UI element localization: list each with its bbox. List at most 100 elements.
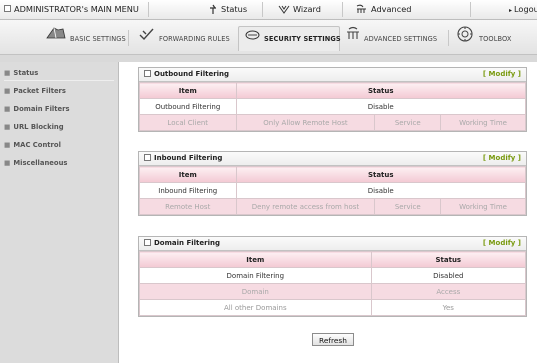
forwarding-icon bbox=[138, 26, 155, 52]
row-item: Outbound Filtering bbox=[139, 98, 237, 115]
domain-table: Item Status Domain Filtering Disabled Do… bbox=[139, 251, 527, 316]
modify-link[interactable]: [ Modify ] bbox=[483, 68, 521, 81]
divider bbox=[262, 2, 263, 17]
row-item: Domain Filtering bbox=[139, 267, 372, 284]
sidebar: ■ Status ■ Packet Filters ■ Domain Filters … bbox=[0, 62, 119, 363]
tab-toolbox[interactable]: TOOLBOX bbox=[455, 26, 511, 50]
basic-settings-icon bbox=[46, 26, 66, 52]
panel-title: Inbound Filtering bbox=[154, 154, 223, 162]
panel-title: Outbound Filtering bbox=[154, 70, 230, 78]
wizard-menu[interactable]: Wizard bbox=[278, 0, 321, 19]
panel-title: Domain Filtering bbox=[154, 239, 220, 247]
bullet-icon: ■ bbox=[4, 159, 11, 167]
sub-header-cell: Working Time bbox=[440, 114, 526, 131]
logout-menu[interactable]: ▸Logout bbox=[509, 0, 537, 19]
table-row: Domain Filtering Disabled bbox=[139, 267, 527, 284]
col-header-item: Item bbox=[139, 166, 237, 183]
sidebar-item-mac-control[interactable]: ■ MAC Control bbox=[4, 139, 114, 152]
row-item: Inbound Filtering bbox=[139, 182, 237, 199]
advanced-icon bbox=[346, 26, 360, 52]
sidebar-item-label: Domain Filters bbox=[13, 105, 70, 113]
tab-basic-settings-label: BASIC SETTINGS bbox=[70, 35, 126, 43]
access-cell: Yes bbox=[370, 299, 527, 316]
sidebar-item-status[interactable]: ■ Status bbox=[4, 67, 114, 81]
tab-toolbox-label: TOOLBOX bbox=[479, 35, 512, 43]
table-header-row: Item Status bbox=[139, 166, 526, 183]
toolbox-icon bbox=[455, 26, 475, 52]
sub-header-access: Access bbox=[370, 283, 527, 300]
panel-square-icon bbox=[144, 238, 151, 246]
col-header-item: Item bbox=[139, 251, 372, 268]
col-header-item: Item bbox=[139, 82, 237, 99]
table-header-row: Item Status bbox=[139, 251, 527, 268]
modify-link[interactable]: [ Modify ] bbox=[483, 152, 521, 165]
menu-square-icon bbox=[4, 5, 11, 12]
domain-cell: All other Domains bbox=[139, 299, 372, 316]
refresh-button[interactable]: Refresh bbox=[312, 333, 354, 346]
status-menu[interactable]: Status bbox=[208, 0, 247, 19]
inbound-table: Item Status Inbound Filtering Disable Re… bbox=[139, 166, 526, 215]
wizard-icon bbox=[278, 5, 290, 14]
panel-header: Domain Filtering [ Modify ] bbox=[139, 237, 526, 251]
sub-header-cell: Working Time bbox=[440, 198, 526, 215]
tab-advanced-settings[interactable]: ADVANCED SETTINGS bbox=[346, 26, 437, 50]
panel-header: Outbound Filtering [ Modify ] bbox=[139, 68, 526, 82]
tab-security-settings[interactable]: SECURITY SETTINGS bbox=[238, 26, 341, 51]
bullet-icon: ■ bbox=[4, 69, 11, 77]
outbound-filtering-panel: Outbound Filtering [ Modify ] Item Statu… bbox=[138, 67, 527, 132]
bullet-icon: ■ bbox=[4, 141, 11, 149]
sub-header-domain: Domain bbox=[139, 283, 372, 300]
status-pin-icon bbox=[210, 4, 217, 14]
tab-underline-strip bbox=[0, 54, 537, 62]
inbound-filtering-panel: Inbound Filtering [ Modify ] Item Status… bbox=[138, 151, 527, 216]
table-subheader-row: Domain Access bbox=[139, 283, 527, 300]
sidebar-item-url-blocking[interactable]: ■ URL Blocking bbox=[4, 121, 114, 134]
sidebar-item-label: Packet Filters bbox=[13, 87, 66, 95]
modify-link[interactable]: [ Modify ] bbox=[483, 237, 521, 250]
row-status: Disabled bbox=[370, 267, 527, 284]
sidebar-item-packet-filters[interactable]: ■ Packet Filters bbox=[4, 85, 114, 98]
panel-square-icon bbox=[144, 69, 151, 77]
tab-advanced-settings-label: ADVANCED SETTINGS bbox=[364, 35, 438, 43]
table-subheader-row: Remote Host Deny remote access from host… bbox=[139, 198, 526, 215]
tab-forwarding-rules[interactable]: FORWARDING RULES bbox=[138, 26, 230, 50]
divider bbox=[342, 2, 343, 17]
sidebar-item-label: MAC Control bbox=[13, 141, 61, 149]
tab-basic-settings[interactable]: BASIC SETTINGS bbox=[46, 26, 126, 50]
advanced-menu[interactable]: Advanced bbox=[355, 0, 411, 19]
sidebar-item-domain-filters[interactable]: ■ Domain Filters bbox=[4, 103, 114, 116]
sidebar-item-miscellaneous[interactable]: ■ Miscellaneous bbox=[4, 157, 114, 170]
sidebar-item-label: Miscellaneous bbox=[13, 159, 68, 167]
sidebar-item-label: URL Blocking bbox=[13, 123, 64, 131]
bullet-icon: ■ bbox=[4, 123, 11, 131]
main-tab-bar: BASIC SETTINGS FORWARDING RULES SECURITY… bbox=[0, 20, 537, 54]
domain-filtering-panel: Domain Filtering [ Modify ] Item Status … bbox=[138, 236, 527, 317]
tab-divider bbox=[448, 30, 449, 46]
table-row: All other Domains Yes bbox=[139, 299, 527, 316]
wizard-menu-label: Wizard bbox=[293, 4, 321, 14]
advanced-menu-label: Advanced bbox=[371, 4, 412, 14]
col-header-status: Status bbox=[235, 82, 526, 99]
tab-security-settings-label: SECURITY SETTINGS bbox=[264, 35, 341, 43]
bullet-icon: ■ bbox=[4, 87, 11, 95]
table-row: Inbound Filtering Disable bbox=[139, 182, 526, 199]
table-subheader-row: Local Client Only Allow Remote Host Serv… bbox=[139, 114, 526, 131]
divider bbox=[470, 2, 471, 17]
top-menu-bar: ADMINISTRATOR's MAIN MENU Status Wizard … bbox=[0, 0, 537, 20]
sub-header-cell: Service bbox=[374, 114, 442, 131]
logout-arrow-icon: ▸ bbox=[509, 7, 513, 14]
table-row: Outbound Filtering Disable bbox=[139, 98, 526, 115]
bullet-icon: ■ bbox=[4, 105, 11, 113]
sub-header-cell: Only Allow Remote Host bbox=[235, 114, 376, 131]
sub-header-cell: Remote Host bbox=[139, 198, 237, 215]
sub-header-cell: Service bbox=[374, 198, 442, 215]
security-icon bbox=[245, 27, 260, 51]
col-header-status: Status bbox=[235, 166, 526, 183]
divider bbox=[148, 2, 149, 17]
outbound-table: Item Status Outbound Filtering Disable L… bbox=[139, 82, 526, 131]
row-status: Disable bbox=[235, 182, 526, 199]
sub-header-cell: Local Client bbox=[139, 114, 237, 131]
admin-main-menu[interactable]: ADMINISTRATOR's MAIN MENU bbox=[4, 0, 139, 19]
table-header-row: Item Status bbox=[139, 82, 526, 99]
logout-menu-label: Logout bbox=[514, 4, 537, 14]
